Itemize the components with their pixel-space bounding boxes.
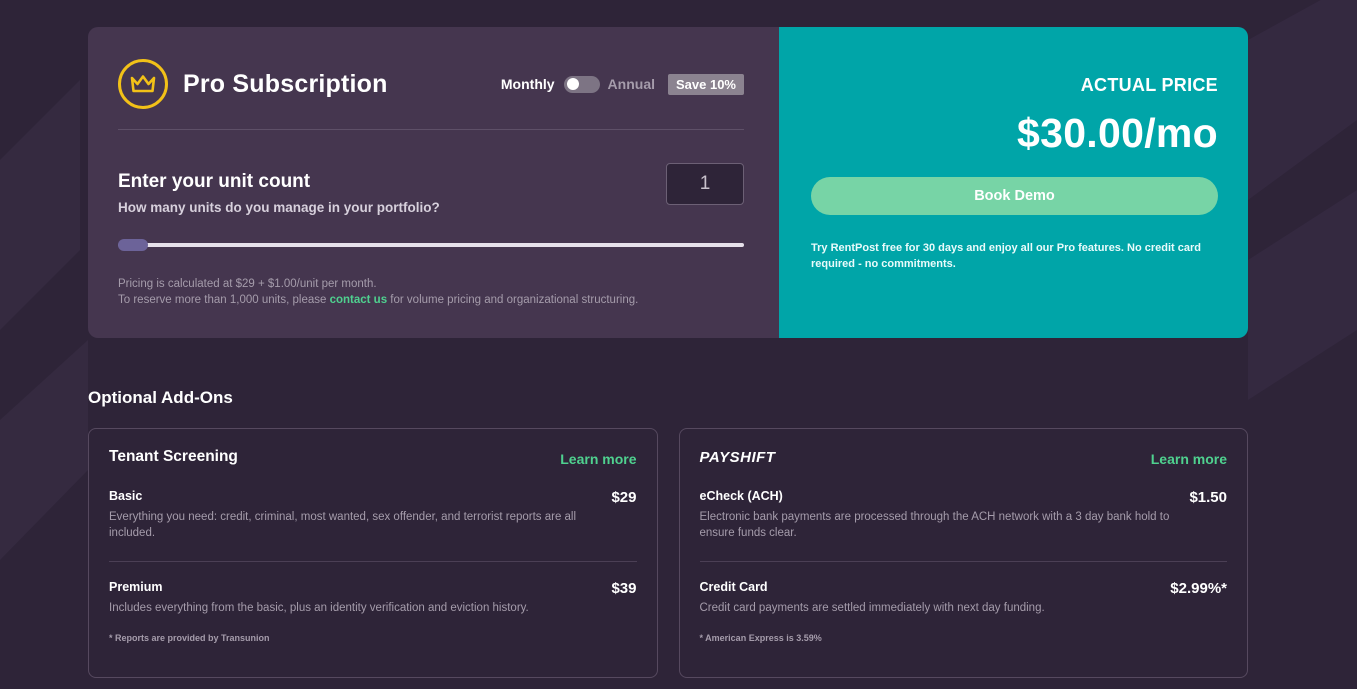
addon-item-price: $29 bbox=[611, 489, 637, 506]
volume-note-after: for volume pricing and organizational st… bbox=[387, 294, 639, 306]
addon-item-name: Premium bbox=[109, 580, 163, 594]
actual-price-value: $30.00/mo bbox=[1017, 110, 1218, 156]
payshift-learn-more-link[interactable]: Learn more bbox=[1151, 451, 1227, 467]
unit-count-label: Enter your unit count How many units do … bbox=[118, 171, 440, 215]
addon-item-price: $39 bbox=[611, 580, 637, 597]
screening-footnote: * Reports are provided by Transunion bbox=[109, 633, 270, 643]
addon-item-info: Credit Card Credit card payments are set… bbox=[700, 580, 1161, 616]
billing-cycle-switch: Monthly Annual Save 10% bbox=[501, 73, 744, 95]
addon-item-info: Basic Everything you need: credit, crimi… bbox=[109, 489, 601, 541]
unit-count-slider[interactable] bbox=[118, 239, 744, 251]
addon-header: Tenant Screening Learn more bbox=[109, 448, 637, 478]
payshift-footnote: * American Express is 3.59% bbox=[699, 633, 822, 643]
addon-item-info: eCheck (ACH) Electronic bank payments ar… bbox=[700, 489, 1180, 541]
volume-note-before: To reserve more than 1,000 units, please bbox=[118, 294, 330, 306]
screening-learn-more-link[interactable]: Learn more bbox=[560, 451, 636, 467]
pricing-note: Pricing is calculated at $29 + $1.00/uni… bbox=[118, 276, 744, 308]
addon-item-price: $2.99%* bbox=[1170, 580, 1227, 597]
addon-item-premium: Premium Includes everything from the bas… bbox=[109, 580, 637, 616]
addon-item-desc: Credit card payments are settled immedia… bbox=[699, 602, 1045, 614]
plan-configurator: Pro Subscription Monthly Annual Save 10%… bbox=[88, 27, 779, 338]
payshift-card: PAYSHIFT Learn more eCheck (ACH) Electro… bbox=[678, 428, 1248, 678]
addon-item-info: Premium Includes everything from the bas… bbox=[109, 580, 601, 616]
tenant-screening-card: Tenant Screening Learn more Basic Everyt… bbox=[88, 428, 658, 678]
addons-list: Tenant Screening Learn more Basic Everyt… bbox=[88, 428, 1248, 678]
contact-us-link[interactable]: contact us bbox=[330, 294, 388, 306]
addon-item-desc: Electronic bank payments are processed t… bbox=[699, 511, 1170, 539]
crown-icon bbox=[118, 59, 168, 109]
billing-toggle[interactable] bbox=[563, 75, 600, 93]
addon-item-echeck: eCheck (ACH) Electronic bank payments ar… bbox=[700, 489, 1228, 541]
addon-item-desc: Everything you need: credit, criminal, m… bbox=[109, 511, 577, 539]
save-badge: Save 10% bbox=[668, 73, 744, 95]
pricing-formula: Pricing is calculated at $29 + $1.00/uni… bbox=[118, 278, 377, 290]
trial-text: Try RentPost free for 30 days and enjoy … bbox=[811, 242, 1202, 270]
addon-item-name: eCheck (ACH) bbox=[699, 489, 783, 503]
addon-item-price: $1.50 bbox=[1189, 489, 1227, 506]
addons-title: Optional Add-Ons bbox=[88, 388, 233, 407]
addon-header: PAYSHIFT Learn more bbox=[700, 448, 1228, 478]
annual-label[interactable]: Annual bbox=[608, 76, 655, 92]
item-divider bbox=[109, 561, 637, 562]
monthly-label[interactable]: Monthly bbox=[501, 76, 555, 92]
slider-track[interactable] bbox=[118, 243, 744, 247]
addon-item-name: Basic bbox=[109, 489, 143, 503]
addon-item-credit-card: Credit Card Credit card payments are set… bbox=[700, 580, 1228, 616]
book-demo-button[interactable]: Book Demo bbox=[811, 177, 1218, 215]
addon-item-basic: Basic Everything you need: credit, crimi… bbox=[109, 489, 637, 541]
page-content: Pro Subscription Monthly Annual Save 10%… bbox=[88, 27, 1248, 678]
slider-thumb[interactable] bbox=[118, 239, 148, 251]
addon-item-name: Credit Card bbox=[699, 580, 768, 594]
plan-title: Pro Subscription bbox=[183, 69, 388, 98]
tenant-screening-title: Tenant Screening bbox=[109, 448, 238, 465]
unit-count-input[interactable] bbox=[666, 163, 744, 205]
pricing-card: Pro Subscription Monthly Annual Save 10%… bbox=[88, 27, 1248, 338]
payshift-logo: PAYSHIFT bbox=[699, 449, 776, 466]
actual-price-label: ACTUAL PRICE bbox=[1080, 75, 1218, 95]
toggle-knob bbox=[566, 78, 579, 90]
price-panel: ACTUAL PRICE $30.00/mo Book Demo Try Ren… bbox=[779, 27, 1248, 338]
addon-item-desc: Includes everything from the basic, plus… bbox=[109, 602, 529, 614]
plan-header: Pro Subscription Monthly Annual Save 10% bbox=[118, 59, 744, 109]
item-divider bbox=[699, 561, 1227, 562]
header-divider bbox=[118, 129, 744, 130]
unit-count-heading: Enter your unit count bbox=[118, 171, 311, 192]
unit-count-row: Enter your unit count How many units do … bbox=[118, 163, 744, 215]
volume-pricing-note: To reserve more than 1,000 units, please… bbox=[118, 292, 744, 308]
unit-count-question: How many units do you manage in your por… bbox=[118, 200, 440, 215]
